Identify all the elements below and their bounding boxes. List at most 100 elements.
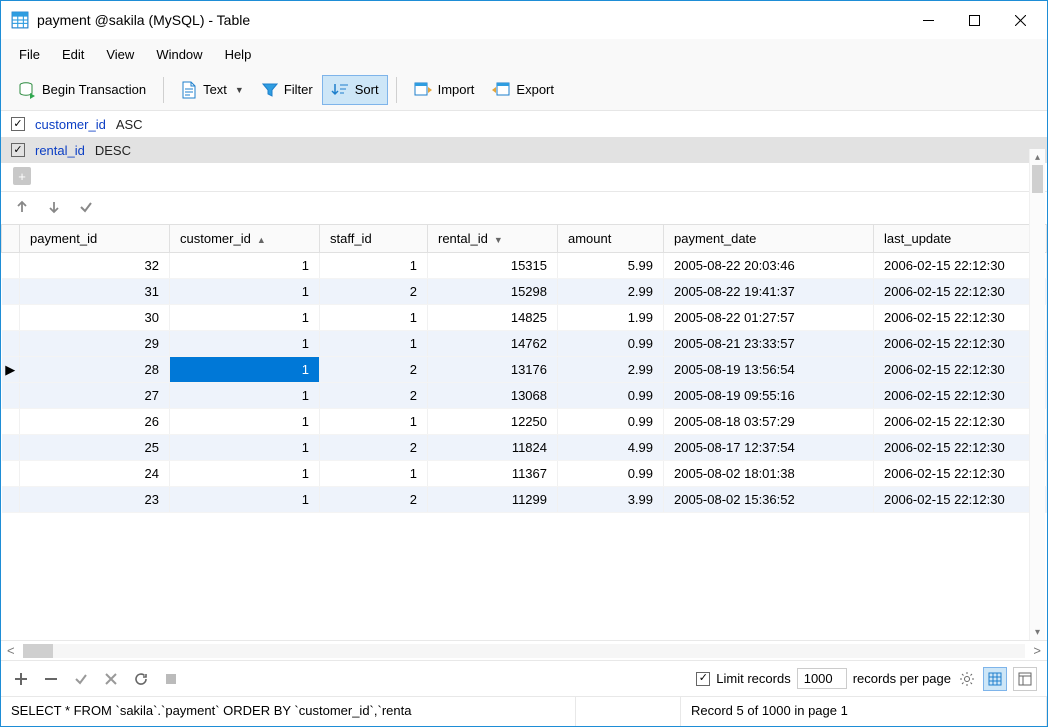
move-up-button[interactable] bbox=[15, 200, 29, 217]
cell-last_update[interactable]: 2006-02-15 22:12:30 bbox=[874, 435, 1047, 461]
cell-customer_id[interactable]: 1 bbox=[170, 357, 320, 383]
table-row[interactable]: 2911147620.992005-08-21 23:33:572006-02-… bbox=[2, 331, 1047, 357]
cell-payment_date[interactable]: 2005-08-19 09:55:16 bbox=[664, 383, 874, 409]
cell-customer_id[interactable]: 1 bbox=[170, 487, 320, 513]
sort-button[interactable]: Sort bbox=[322, 75, 388, 105]
column-header-staff_id[interactable]: staff_id bbox=[320, 225, 428, 253]
cell-customer_id[interactable]: 1 bbox=[170, 435, 320, 461]
cell-payment_id[interactable]: 25 bbox=[20, 435, 170, 461]
cell-amount[interactable]: 1.99 bbox=[558, 305, 664, 331]
sort-rule-row[interactable]: customer_id ASC bbox=[1, 111, 1047, 137]
cell-rental_id[interactable]: 13176 bbox=[428, 357, 558, 383]
table-row[interactable]: 3211153155.992005-08-22 20:03:462006-02-… bbox=[2, 253, 1047, 279]
cell-customer_id[interactable]: 1 bbox=[170, 305, 320, 331]
cell-customer_id[interactable]: 1 bbox=[170, 253, 320, 279]
cell-customer_id[interactable]: 1 bbox=[170, 461, 320, 487]
cell-payment_date[interactable]: 2005-08-22 19:41:37 bbox=[664, 279, 874, 305]
scroll-thumb[interactable] bbox=[23, 644, 53, 658]
cell-payment_date[interactable]: 2005-08-02 15:36:52 bbox=[664, 487, 874, 513]
row-handle[interactable] bbox=[2, 435, 20, 461]
cell-last_update[interactable]: 2006-02-15 22:12:30 bbox=[874, 461, 1047, 487]
cell-amount[interactable]: 0.99 bbox=[558, 331, 664, 357]
cell-staff_id[interactable]: 2 bbox=[320, 487, 428, 513]
cancel-changes-button[interactable] bbox=[101, 669, 121, 689]
export-button[interactable]: Export bbox=[483, 75, 563, 105]
cell-rental_id[interactable]: 12250 bbox=[428, 409, 558, 435]
cell-staff_id[interactable]: 2 bbox=[320, 383, 428, 409]
cell-payment_date[interactable]: 2005-08-19 13:56:54 bbox=[664, 357, 874, 383]
vertical-scrollbar[interactable]: ▴ ▾ bbox=[1029, 149, 1045, 640]
sort-rule-direction[interactable]: ASC bbox=[116, 117, 143, 132]
sort-rule-checkbox[interactable] bbox=[11, 143, 25, 157]
form-view-button[interactable] bbox=[1013, 667, 1037, 691]
row-handle[interactable] bbox=[2, 409, 20, 435]
delete-record-button[interactable] bbox=[41, 669, 61, 689]
import-button[interactable]: Import bbox=[405, 75, 484, 105]
menu-window[interactable]: Window bbox=[146, 43, 212, 66]
menu-file[interactable]: File bbox=[9, 43, 50, 66]
cell-payment_date[interactable]: 2005-08-22 01:27:57 bbox=[664, 305, 874, 331]
cell-amount[interactable]: 3.99 bbox=[558, 487, 664, 513]
filter-button[interactable]: Filter bbox=[253, 75, 322, 105]
cell-amount[interactable]: 0.99 bbox=[558, 461, 664, 487]
cell-payment_date[interactable]: 2005-08-18 03:57:29 bbox=[664, 409, 874, 435]
scroll-thumb[interactable] bbox=[1032, 165, 1043, 193]
cell-payment_id[interactable]: 24 bbox=[20, 461, 170, 487]
cell-rental_id[interactable]: 13068 bbox=[428, 383, 558, 409]
table-row[interactable]: 2512118244.992005-08-17 12:37:542006-02-… bbox=[2, 435, 1047, 461]
add-record-button[interactable] bbox=[11, 669, 31, 689]
refresh-button[interactable] bbox=[131, 669, 151, 689]
cell-payment_id[interactable]: 29 bbox=[20, 331, 170, 357]
begin-transaction-button[interactable]: Begin Transaction bbox=[9, 75, 155, 105]
table-row[interactable]: 2411113670.992005-08-02 18:01:382006-02-… bbox=[2, 461, 1047, 487]
column-header-customer_id[interactable]: customer_id▲ bbox=[170, 225, 320, 253]
apply-changes-button[interactable] bbox=[71, 669, 91, 689]
scroll-track[interactable] bbox=[23, 644, 1026, 658]
add-sort-rule-button[interactable]: + bbox=[13, 167, 31, 185]
row-handle[interactable] bbox=[2, 487, 20, 513]
move-down-button[interactable] bbox=[47, 200, 61, 217]
cell-rental_id[interactable]: 11824 bbox=[428, 435, 558, 461]
cell-amount[interactable]: 0.99 bbox=[558, 383, 664, 409]
cell-staff_id[interactable]: 1 bbox=[320, 305, 428, 331]
cell-payment_date[interactable]: 2005-08-22 20:03:46 bbox=[664, 253, 874, 279]
cell-last_update[interactable]: 2006-02-15 22:12:30 bbox=[874, 383, 1047, 409]
menu-help[interactable]: Help bbox=[215, 43, 262, 66]
cell-staff_id[interactable]: 1 bbox=[320, 461, 428, 487]
row-handle[interactable]: ▶ bbox=[2, 357, 20, 383]
minimize-button[interactable] bbox=[905, 5, 951, 35]
cell-last_update[interactable]: 2006-02-15 22:12:30 bbox=[874, 357, 1047, 383]
cell-payment_date[interactable]: 2005-08-02 18:01:38 bbox=[664, 461, 874, 487]
cell-last_update[interactable]: 2006-02-15 22:12:30 bbox=[874, 253, 1047, 279]
cell-amount[interactable]: 4.99 bbox=[558, 435, 664, 461]
table-row[interactable]: 2712130680.992005-08-19 09:55:162006-02-… bbox=[2, 383, 1047, 409]
limit-records-input[interactable]: 1000 bbox=[797, 668, 847, 689]
cell-customer_id[interactable]: 1 bbox=[170, 331, 320, 357]
column-header-payment_date[interactable]: payment_date bbox=[664, 225, 874, 253]
horizontal-scrollbar[interactable]: < > bbox=[1, 640, 1047, 660]
column-header-amount[interactable]: amount bbox=[558, 225, 664, 253]
stop-button[interactable] bbox=[161, 669, 181, 689]
scroll-left-icon[interactable]: < bbox=[7, 643, 15, 658]
cell-rental_id[interactable]: 15298 bbox=[428, 279, 558, 305]
row-handle[interactable] bbox=[2, 305, 20, 331]
sort-rule-field[interactable]: rental_id bbox=[35, 143, 85, 158]
row-handle[interactable] bbox=[2, 383, 20, 409]
row-handle[interactable] bbox=[2, 331, 20, 357]
cell-amount[interactable]: 2.99 bbox=[558, 279, 664, 305]
table-row[interactable]: 2312112993.992005-08-02 15:36:522006-02-… bbox=[2, 487, 1047, 513]
cell-payment_date[interactable]: 2005-08-17 12:37:54 bbox=[664, 435, 874, 461]
cell-customer_id[interactable]: 1 bbox=[170, 279, 320, 305]
cell-payment_id[interactable]: 30 bbox=[20, 305, 170, 331]
close-button[interactable] bbox=[997, 5, 1043, 35]
cell-staff_id[interactable]: 2 bbox=[320, 435, 428, 461]
cell-last_update[interactable]: 2006-02-15 22:12:30 bbox=[874, 487, 1047, 513]
cell-staff_id[interactable]: 1 bbox=[320, 409, 428, 435]
cell-payment_id[interactable]: 27 bbox=[20, 383, 170, 409]
cell-staff_id[interactable]: 2 bbox=[320, 357, 428, 383]
menu-view[interactable]: View bbox=[96, 43, 144, 66]
table-row[interactable]: 2611122500.992005-08-18 03:57:292006-02-… bbox=[2, 409, 1047, 435]
cell-amount[interactable]: 2.99 bbox=[558, 357, 664, 383]
cell-last_update[interactable]: 2006-02-15 22:12:30 bbox=[874, 279, 1047, 305]
cell-payment_id[interactable]: 23 bbox=[20, 487, 170, 513]
